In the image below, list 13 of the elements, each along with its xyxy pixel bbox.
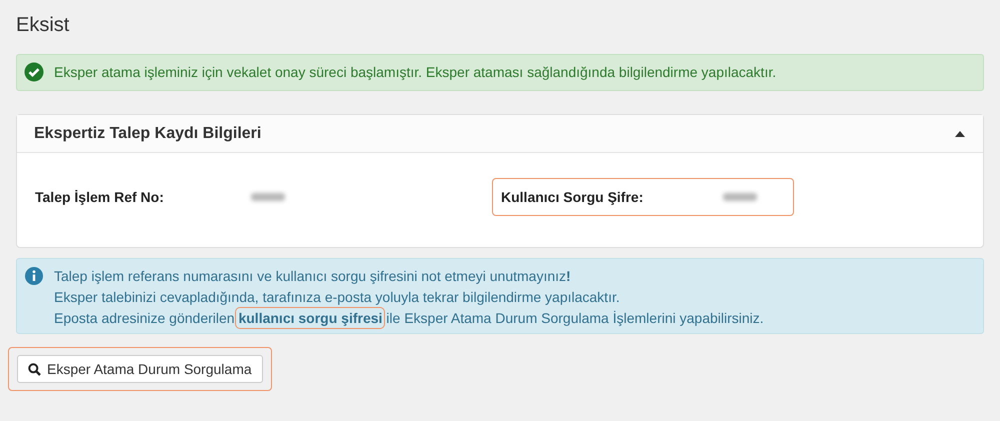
query-status-button[interactable]: Eksper Atama Durum Sorgulama: [17, 355, 263, 383]
check-circle-icon: [24, 62, 44, 82]
info-message: Eksper talebinizi cevapladığında, tarafınıza e-posta yoluyla tekrar bilgilendirme yapılacaktır.: [54, 289, 621, 305]
info-message: Eposta adresinize gönderilen kullanıcı sorgu şifresi ile Eksper Atama Durum Sorgulama İşlemlerini yapabilirsiniz.: [54, 310, 764, 326]
success-message: Eksper atama işleminiz için vekalet onay süreci başlamıştır. Eksper ataması sağlandığında bilgilendirme yapılacaktır.: [54, 64, 776, 80]
info-message: Talep işlem referans numarasını ve kullanıcı sorgu şifresini not etmeyi unutmayınız!: [54, 268, 572, 284]
collapse-caret-icon[interactable]: [955, 131, 965, 137]
search-icon: [28, 362, 41, 376]
page-title: Eksist: [16, 14, 70, 37]
panel-title: Ekspertiz Talep Kaydı Bilgileri: [34, 125, 262, 143]
field-label: Kullanıcı Sorgu Şifre:: [501, 189, 644, 205]
field-label: Talep İşlem Ref No:: [35, 189, 165, 205]
info-icon: [25, 267, 43, 285]
